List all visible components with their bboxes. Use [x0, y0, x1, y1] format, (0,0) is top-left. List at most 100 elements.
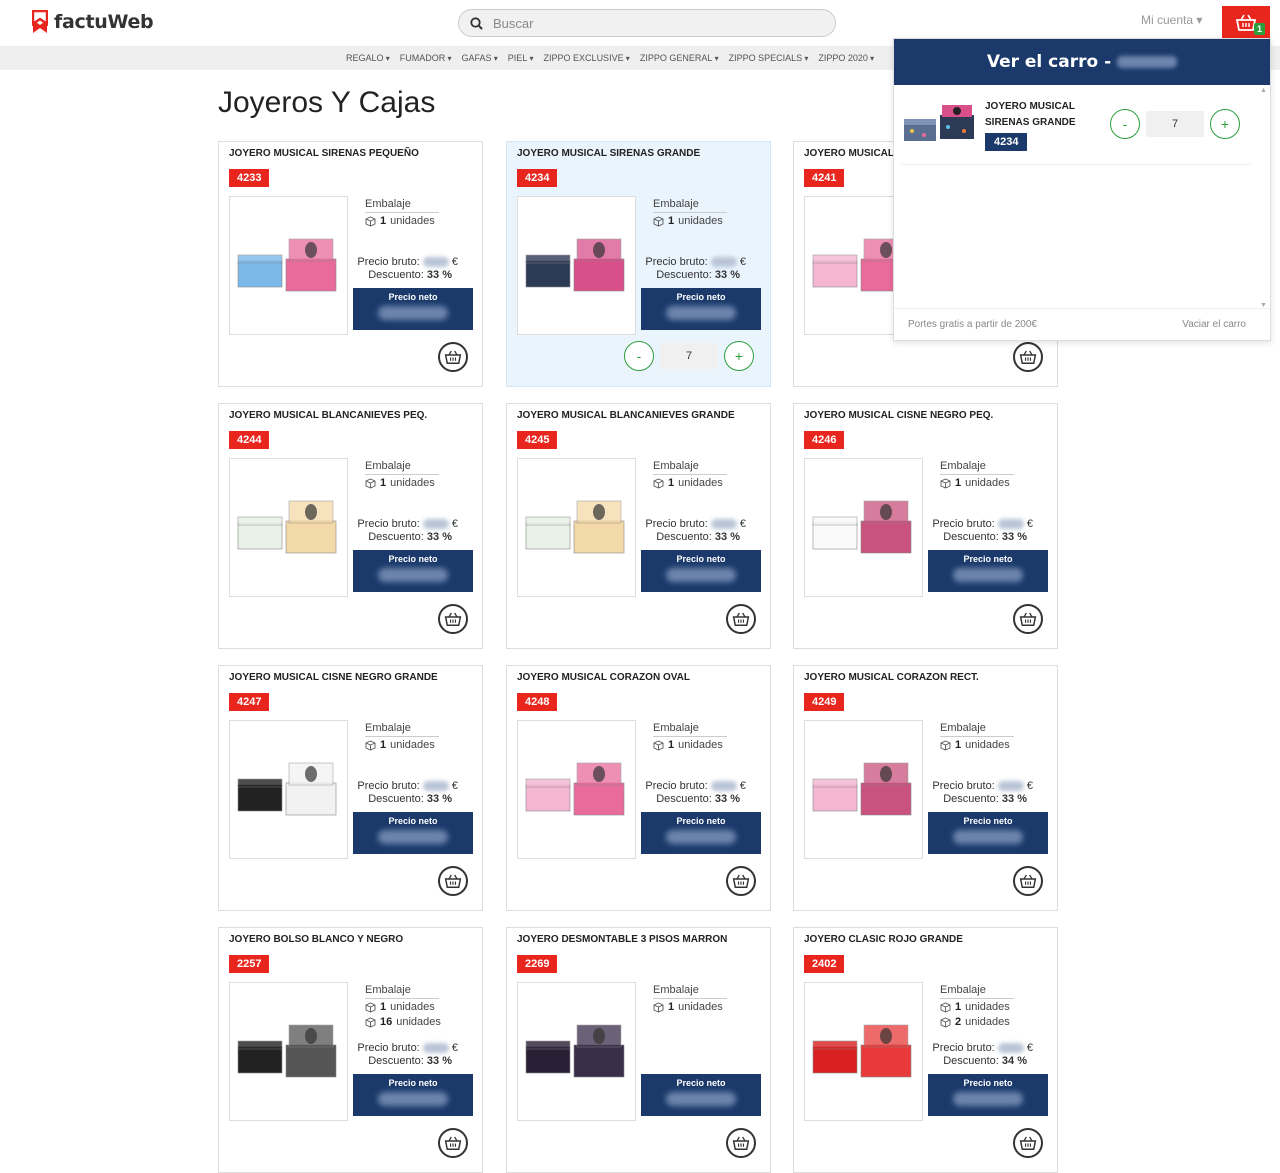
- search-box[interactable]: [458, 9, 836, 37]
- pack-unit-label: unidades: [965, 1016, 1010, 1028]
- cart-total-redacted: [1117, 56, 1178, 68]
- gross-price-redacted: [422, 781, 449, 792]
- logo[interactable]: factuWeb: [32, 10, 154, 34]
- product-title[interactable]: JOYERO MUSICAL SIRENAS GRANDE: [517, 148, 700, 159]
- product-image[interactable]: [229, 982, 348, 1121]
- product-image[interactable]: [804, 458, 923, 597]
- nav-item-zippo-exclusive[interactable]: ZIPPO EXCLUSIVE: [544, 53, 630, 63]
- product-ref-badge: 2402: [804, 955, 845, 973]
- search-icon[interactable]: [459, 16, 493, 30]
- decrease-button[interactable]: -: [624, 341, 654, 371]
- product-card[interactable]: JOYERO MUSICAL SIRENAS GRANDE 4234 Embal…: [506, 141, 771, 387]
- basket-icon: [1019, 350, 1037, 364]
- cart-footer: Portes gratis a partir de 200€ Vaciar el…: [894, 308, 1270, 340]
- product-image[interactable]: [229, 458, 348, 597]
- box-icon: [940, 740, 951, 750]
- pack-units: 1 unidades: [653, 215, 723, 227]
- product-card[interactable]: JOYERO MUSICAL BLANCANIEVES GRANDE 4245 …: [506, 403, 771, 649]
- product-title[interactable]: JOYERO MUSICAL CORAZON OVAL: [517, 672, 690, 683]
- product-title[interactable]: JOYERO MUSICAL BLANCANIEVES PEQ.: [229, 410, 427, 421]
- product-title[interactable]: JOYERO DESMONTABLE 3 PISOS MARRON: [517, 934, 727, 945]
- add-to-cart-button[interactable]: [726, 1128, 756, 1158]
- product-image[interactable]: [517, 720, 636, 859]
- product-image[interactable]: [517, 458, 636, 597]
- product-card[interactable]: JOYERO MUSICAL CORAZON RECT. 4249 Embala…: [793, 665, 1058, 911]
- add-to-cart-button[interactable]: [726, 866, 756, 896]
- product-title[interactable]: JOYERO BOLSO BLANCO Y NEGRO: [229, 934, 403, 945]
- nav-item-regalo[interactable]: REGALO: [346, 53, 390, 63]
- cart-header[interactable]: Ver el carro -: [894, 39, 1270, 85]
- product-card[interactable]: JOYERO CLASIC ROJO GRANDE 2402 Embalaje …: [793, 927, 1058, 1173]
- product-image[interactable]: [804, 982, 923, 1121]
- product-title[interactable]: JOYERO MUSICAL: [804, 148, 894, 159]
- gross-price: Precio bruto: €: [645, 780, 746, 792]
- nav-item-piel[interactable]: PIEL: [508, 53, 534, 63]
- increase-button[interactable]: +: [1210, 109, 1240, 139]
- product-image[interactable]: [229, 720, 348, 859]
- search-input[interactable]: [493, 15, 813, 31]
- product-image-drawing: [525, 762, 624, 815]
- pack-units: 1 unidades: [365, 215, 435, 227]
- packaging-label: Embalaje: [940, 984, 1014, 999]
- packaging-label: Embalaje: [653, 460, 727, 475]
- discount-value: 33 %: [426, 793, 452, 805]
- add-to-cart-button[interactable]: [1013, 604, 1043, 634]
- product-ref-badge: 4234: [517, 169, 558, 187]
- product-card[interactable]: JOYERO MUSICAL SIRENAS PEQUEÑO 4233 Emba…: [218, 141, 483, 387]
- product-image[interactable]: [517, 982, 636, 1121]
- product-title[interactable]: JOYERO MUSICAL CISNE NEGRO GRANDE: [229, 672, 438, 683]
- cart-scrollbar[interactable]: ▲ ▼: [1260, 87, 1268, 309]
- net-price-redacted: [666, 830, 736, 844]
- increase-button[interactable]: +: [724, 341, 754, 371]
- product-title[interactable]: JOYERO MUSICAL CISNE NEGRO PEQ.: [804, 410, 993, 421]
- add-to-cart-button[interactable]: [438, 342, 468, 372]
- net-price-redacted: [378, 568, 448, 582]
- scroll-up-icon[interactable]: ▲: [1260, 87, 1267, 94]
- add-to-cart-button[interactable]: [1013, 866, 1043, 896]
- add-to-cart-button[interactable]: [1013, 342, 1043, 372]
- discount: Descuento: 33 %: [368, 531, 452, 543]
- add-to-cart-button[interactable]: [1013, 1128, 1043, 1158]
- product-card[interactable]: JOYERO MUSICAL BLANCANIEVES PEQ. 4244 Em…: [218, 403, 483, 649]
- add-to-cart-button[interactable]: [438, 604, 468, 634]
- shipping-note: Portes gratis a partir de 200€: [908, 319, 1037, 330]
- product-title[interactable]: JOYERO MUSICAL CORAZON RECT.: [804, 672, 979, 683]
- pack-unit-label: unidades: [965, 477, 1010, 489]
- product-card[interactable]: JOYERO MUSICAL CISNE NEGRO PEQ. 4246 Emb…: [793, 403, 1058, 649]
- add-to-cart-button[interactable]: [438, 866, 468, 896]
- product-card[interactable]: JOYERO MUSICAL CISNE NEGRO GRANDE 4247 E…: [218, 665, 483, 911]
- product-title[interactable]: JOYERO MUSICAL BLANCANIEVES GRANDE: [517, 410, 735, 421]
- product-image[interactable]: [229, 196, 348, 335]
- add-to-cart-button[interactable]: [438, 1128, 468, 1158]
- nav-item-zippo-2020[interactable]: ZIPPO 2020: [818, 53, 874, 63]
- product-image[interactable]: [517, 196, 636, 335]
- empty-cart-link[interactable]: Vaciar el carro: [1182, 319, 1246, 330]
- product-title[interactable]: JOYERO MUSICAL SIRENAS PEQUEÑO: [229, 148, 419, 159]
- gross-price: Precio bruto: €: [357, 780, 458, 792]
- product-card[interactable]: JOYERO MUSICAL CORAZON OVAL 4248 Embalaj…: [506, 665, 771, 911]
- basket-icon: [444, 612, 462, 626]
- packaging-label: Embalaje: [653, 198, 727, 213]
- add-to-cart-button[interactable]: [726, 604, 756, 634]
- gross-price-redacted: [710, 519, 737, 530]
- discount: Descuento: 34 %: [943, 1055, 1027, 1067]
- basket-icon: [1019, 874, 1037, 888]
- product-image[interactable]: [804, 720, 923, 859]
- product-title[interactable]: JOYERO CLASIC ROJO GRANDE: [804, 934, 963, 945]
- pack-units: 1 unidades: [365, 739, 435, 751]
- decrease-button[interactable]: -: [1110, 109, 1140, 139]
- gross-price: Precio bruto: €: [357, 518, 458, 530]
- quantity-value[interactable]: 7: [660, 343, 718, 369]
- nav-item-gafas[interactable]: GAFAS: [462, 53, 498, 63]
- net-price-box: Precio neto: [353, 550, 473, 592]
- nav-item-zippo-specials[interactable]: ZIPPO SPECIALS: [729, 53, 809, 63]
- pack-units: 1 unidades: [653, 739, 723, 751]
- account-menu[interactable]: Mi cuenta ▾: [1141, 13, 1202, 27]
- nav-item-zippo-general[interactable]: ZIPPO GENERAL: [640, 53, 719, 63]
- quantity-value[interactable]: 7: [1146, 111, 1204, 137]
- product-card[interactable]: JOYERO DESMONTABLE 3 PISOS MARRON 2269 E…: [506, 927, 771, 1173]
- cart-button[interactable]: 1: [1222, 6, 1270, 39]
- nav-item-fumador[interactable]: FUMADOR: [400, 53, 452, 63]
- pack-count: 1: [668, 1001, 675, 1013]
- product-card[interactable]: JOYERO BOLSO BLANCO Y NEGRO 2257 Embalaj…: [218, 927, 483, 1173]
